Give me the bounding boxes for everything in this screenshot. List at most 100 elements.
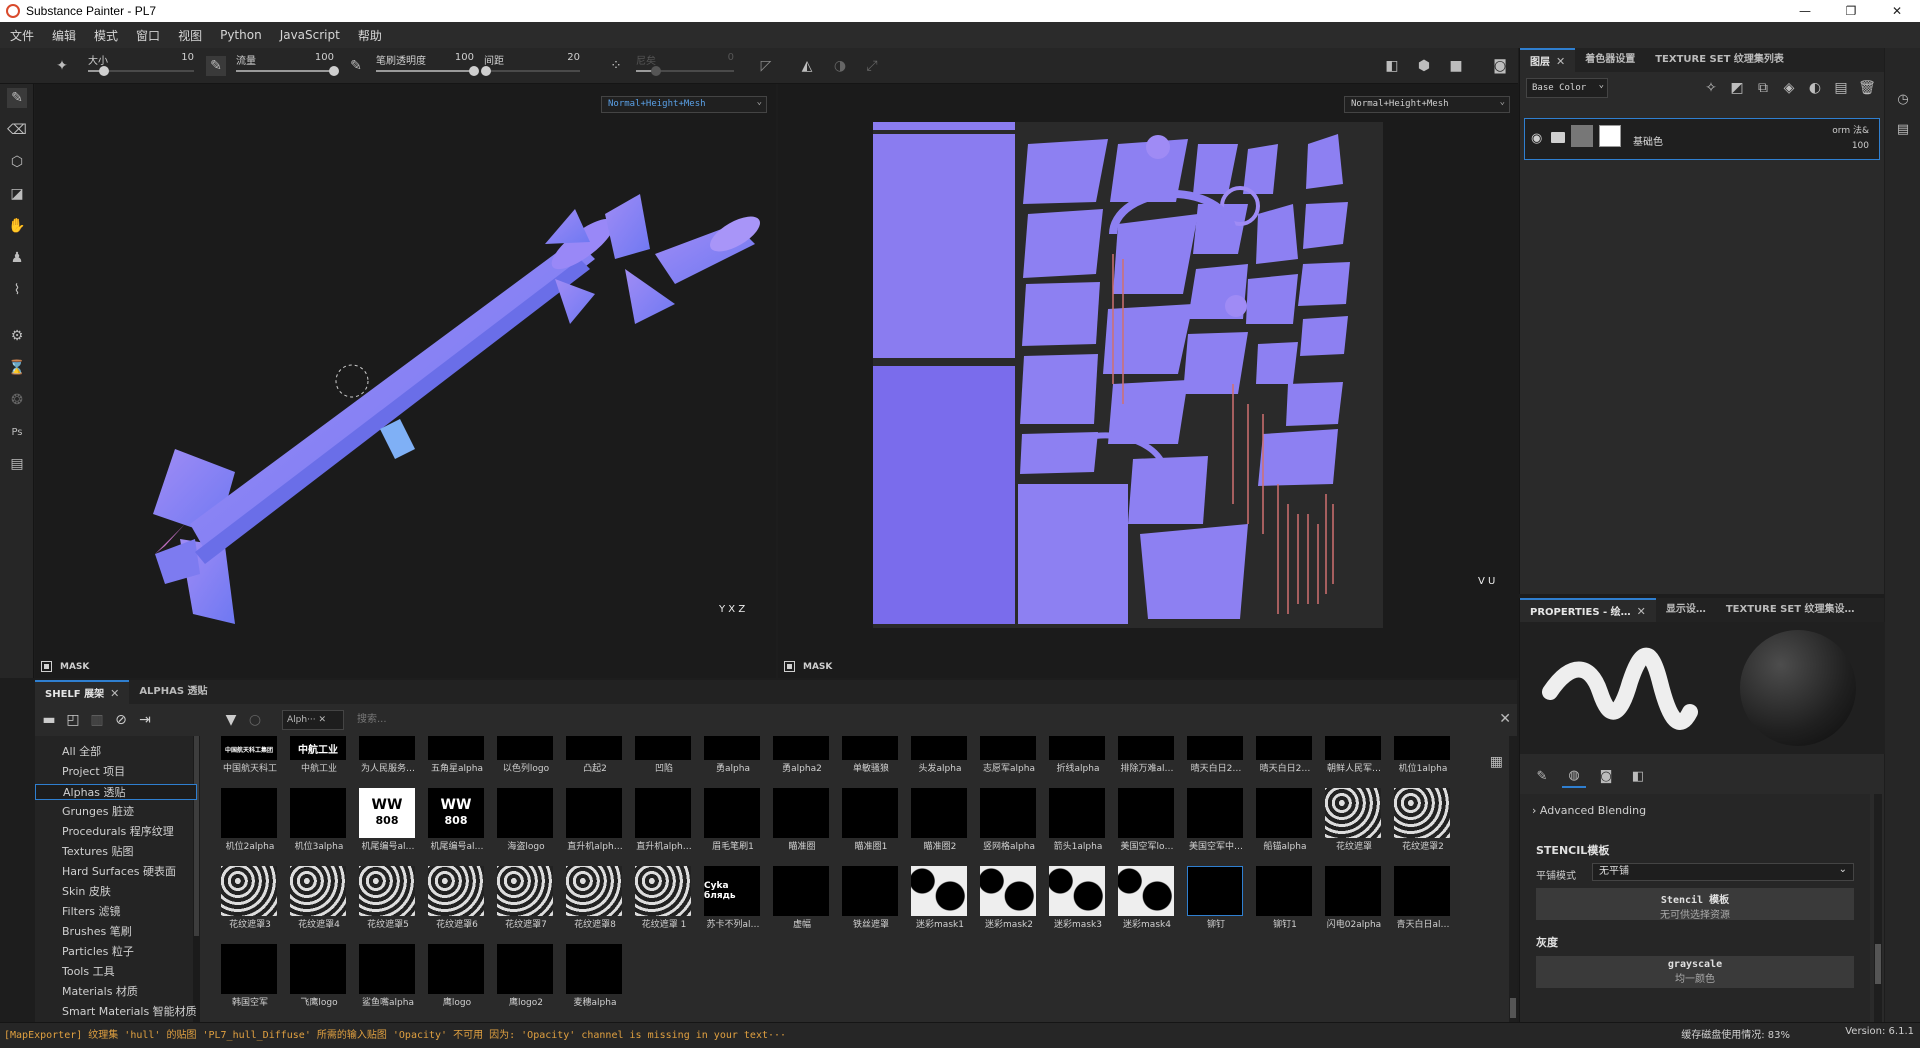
camera-icon[interactable]: ■	[1446, 56, 1466, 76]
history-icon[interactable]: ◷	[1894, 90, 1912, 108]
shelf-item[interactable]: 美国空军中…	[1185, 788, 1243, 852]
mask-toggle-3d[interactable]: MASK	[41, 661, 89, 672]
shelf-item[interactable]: 飞鹰logo	[288, 944, 346, 1008]
category-item[interactable]: Procedurals 程序纹理	[62, 824, 174, 840]
add-fill-layer-icon[interactable]: ⧉	[1752, 78, 1774, 98]
bake-icon[interactable]: ⌛	[7, 358, 27, 378]
pen-pressure-flow-icon[interactable]: ✎	[346, 56, 366, 76]
close-icon[interactable]: ✕	[1637, 605, 1646, 618]
category-item[interactable]: Textures 贴图	[62, 844, 134, 860]
shelf-item[interactable]: 竖网格alpha	[978, 788, 1036, 852]
tab-display-settings[interactable]: 显示设…	[1656, 598, 1716, 622]
split-view-icon[interactable]: ◧	[1382, 56, 1402, 76]
menu-mode[interactable]: 模式	[94, 27, 118, 44]
material-tab-icon[interactable]: ◧	[1626, 764, 1650, 788]
shelf-item[interactable]: 瞄准圈	[771, 788, 829, 852]
angle-slider[interactable]: 尼矣 0	[636, 52, 734, 80]
category-item[interactable]: Materials 材质	[62, 984, 138, 1000]
import-icon[interactable]: ⇥	[135, 710, 155, 730]
shelf-item[interactable]: 箭头1alpha	[1047, 788, 1105, 852]
category-item[interactable]: Alphas 透贴	[35, 784, 197, 800]
shelf-item[interactable]: 折线alpha	[1047, 736, 1105, 774]
settings-gear-icon[interactable]: ⚙	[7, 326, 27, 346]
channel-select[interactable]: Base Color	[1526, 76, 1608, 98]
new-item-icon[interactable]: ◰	[63, 710, 83, 730]
refresh-icon[interactable]: ○	[245, 710, 265, 730]
shelf-item[interactable]: 麦穗alpha	[564, 944, 622, 1008]
mask-toggle-2d[interactable]: MASK	[784, 661, 832, 672]
shelf-item[interactable]: 凹陷	[633, 736, 691, 774]
brush-tab-icon[interactable]: ✎	[1530, 764, 1554, 788]
shelf-item[interactable]: 韩国空军	[219, 944, 277, 1008]
symmetry-options-icon[interactable]: ◑	[830, 56, 850, 76]
menu-window[interactable]: 窗口	[136, 27, 160, 44]
shelf-item[interactable]: 美国空军lo…	[1116, 788, 1174, 852]
shelf-item[interactable]: 晴天白日2…	[1254, 736, 1312, 774]
menu-help[interactable]: 帮助	[358, 27, 382, 44]
screenshot-icon[interactable]: ◙	[1490, 56, 1510, 76]
close-window-button[interactable]: ✕	[1874, 0, 1920, 22]
category-item[interactable]: Hard Surfaces 硬表面	[62, 864, 176, 880]
shelf-item[interactable]: 单敏骚狼	[840, 736, 898, 774]
category-item[interactable]: Project 项目	[62, 764, 125, 780]
category-item[interactable]: Tools 工具	[62, 964, 115, 980]
category-item[interactable]: Smart Materials 智能材质	[62, 1004, 197, 1020]
shelf-item[interactable]: 虚幅	[771, 866, 829, 930]
shelf-item[interactable]: 朝鲜人民军…	[1323, 736, 1381, 774]
shelf-item[interactable]: WW 808 机尾编号al…	[426, 788, 484, 852]
menu-view[interactable]: 视图	[178, 27, 202, 44]
grayscale-slot[interactable]: grayscale 均一颜色	[1536, 956, 1854, 988]
shelf-item[interactable]: 青天白日al…	[1392, 866, 1450, 930]
add-paint-layer-icon[interactable]: ◈	[1778, 78, 1800, 98]
viewport-2d[interactable]: Normal+Height+Mesh ⌄ V U MASK	[778, 84, 1519, 678]
category-item[interactable]: All 全部	[62, 744, 101, 760]
close-icon[interactable]: ✕	[110, 687, 119, 700]
eye-icon[interactable]: ◉	[1531, 131, 1542, 146]
status-message[interactable]: [MapExporter] 纹理集 'hull' 的贴图 'PL7_hull_D…	[4, 1026, 786, 1041]
shelf-item[interactable]: 迷彩mask1	[909, 866, 967, 930]
shelf-item[interactable]: Cyka блядь 苏卡不列al…	[702, 866, 760, 930]
shelf-item[interactable]: 机位3alpha	[288, 788, 346, 852]
color-picker-icon[interactable]: ⌇	[7, 280, 27, 300]
clone-stamp-icon[interactable]: ♟	[7, 248, 27, 268]
lazy-mouse-icon[interactable]: ◸	[756, 56, 776, 76]
menu-javascript[interactable]: JavaScript	[280, 28, 340, 42]
shelf-item[interactable]: 船锚alpha	[1254, 788, 1312, 852]
delete-layer-icon[interactable]: 🗑	[1856, 78, 1878, 98]
shelf-item[interactable]: 志愿军alpha	[978, 736, 1036, 774]
shelf-item[interactable]: 花纹遮罩6	[426, 866, 484, 930]
shelf-item[interactable]: 直升机alph…	[564, 788, 623, 852]
delete-item-icon[interactable]: ▥	[87, 710, 107, 730]
tab-shelf[interactable]: SHELF 展架 ✕	[35, 680, 130, 704]
tab-layers[interactable]: 图层 ✕	[1520, 48, 1576, 72]
chip-close-icon[interactable]: ✕	[319, 715, 327, 725]
close-icon[interactable]: ✕	[1556, 55, 1565, 68]
category-item[interactable]: Grunges 脏迹	[62, 804, 134, 820]
shelf-item[interactable]: 花纹遮罩 1	[633, 866, 691, 930]
shelf-item[interactable]: 花纹遮罩2	[1392, 788, 1450, 852]
viewport-3d[interactable]: Normal+Height+Mesh ⌄ Y X Z MASK	[35, 84, 776, 678]
render-icon[interactable]: ❂	[7, 390, 27, 410]
shelf-item[interactable]: 瞄准圈2	[909, 788, 967, 852]
add-smart-mask-icon[interactable]: ◐	[1804, 78, 1826, 98]
properties-scrollbar[interactable]	[1874, 794, 1882, 1022]
shelf-item[interactable]: 铁丝遮罩	[840, 866, 898, 930]
grid-view-icon[interactable]: ▦	[1490, 754, 1503, 770]
shelf-item[interactable]: 花纹遮罩7	[495, 866, 553, 930]
shelf-item[interactable]: 机位2alpha	[219, 788, 277, 852]
shelf-item[interactable]: WW 808 机尾编号al…	[357, 788, 415, 852]
log-icon[interactable]: ▤	[1894, 120, 1912, 138]
menu-edit[interactable]: 编辑	[52, 27, 76, 44]
shelf-item[interactable]: 迷彩mask2	[978, 866, 1036, 930]
tab-texture-set-list[interactable]: TEXTURE SET 纹理集列表	[1645, 48, 1794, 72]
shelf-item[interactable]: 勇alpha	[702, 736, 760, 774]
shelf-item[interactable]: 花纹遮罩8	[564, 866, 622, 930]
tab-shader-settings[interactable]: 着色器设置	[1575, 48, 1645, 72]
shelf-item[interactable]: 凸起2	[564, 736, 622, 774]
shelf-item[interactable]: 花纹遮罩	[1323, 788, 1381, 852]
flow-slider[interactable]: 流量 100	[236, 52, 339, 80]
shelf-item[interactable]: 铆钉1	[1254, 866, 1312, 930]
shelf-item[interactable]: 直升机alph…	[633, 788, 692, 852]
category-item[interactable]: Brushes 笔刷	[62, 924, 132, 940]
clear-search-icon[interactable]: ✕	[1499, 711, 1511, 727]
